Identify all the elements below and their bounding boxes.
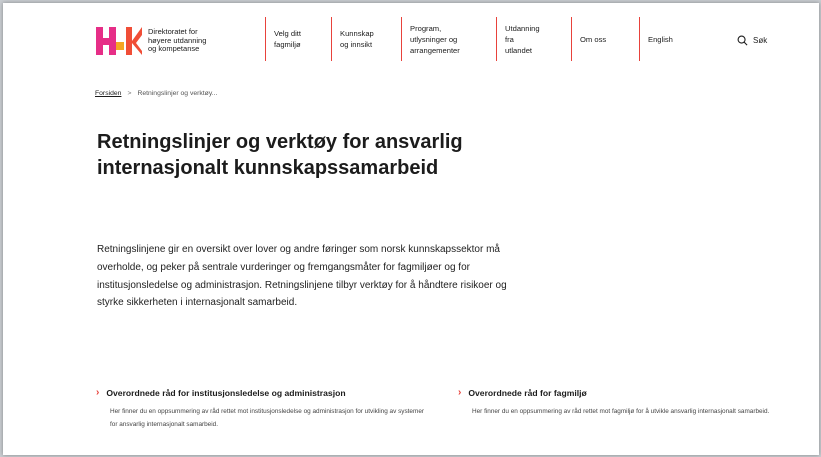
card-institusjonsledelse: › Overordnede råd for institusjonsledels… xyxy=(96,387,431,431)
breadcrumb-current: Retningslinjer og verktøy... xyxy=(137,90,218,97)
search-button[interactable]: Søk xyxy=(737,35,767,46)
nav-item-utdanning-fra-utlandet[interactable]: Utdanning fra utlandet xyxy=(496,17,568,61)
breadcrumb: Forsiden > Retningslinjer og verktøy... xyxy=(95,90,217,97)
site-header: Direktoratet for høyere utdanning og kom… xyxy=(3,3,819,69)
card-link[interactable]: › Overordnede råd for institusjonsledels… xyxy=(96,387,431,398)
nav-label: utlysninger og xyxy=(410,34,458,44)
nav-label: og innsikt xyxy=(340,40,373,49)
nav-label: fagmiljø xyxy=(274,40,301,49)
nav-item-velg-fagmiljo[interactable]: Velg ditt fagmiljø xyxy=(265,17,327,61)
nav-label: arrangementer xyxy=(410,45,460,55)
hkdir-logo-icon xyxy=(96,27,142,55)
chevron-right-icon: › xyxy=(96,387,100,398)
nav-label: Program, xyxy=(410,23,442,33)
search-label: Søk xyxy=(753,36,768,45)
card-title: Overordnede råd for fagmiljø xyxy=(468,387,587,398)
chevron-right-icon: › xyxy=(458,387,462,398)
page-title: Retningslinjer og verktøy for ansvarlig … xyxy=(97,131,463,179)
card-link[interactable]: › Overordnede råd for fagmiljø xyxy=(458,387,788,398)
breadcrumb-separator: > xyxy=(127,90,132,97)
browser-page: Direktoratet for høyere utdanning og kom… xyxy=(3,3,819,455)
card-title: Overordnede råd for institusjonsledelse … xyxy=(106,387,346,398)
nav-label: Utdanning xyxy=(505,23,540,33)
nav-item-english[interactable]: English xyxy=(639,17,709,61)
card-description: Her finner du en oppsummering av råd ret… xyxy=(472,408,770,415)
card-description: Her finner du en oppsummering av råd ret… xyxy=(110,408,424,428)
nav-item-om-oss[interactable]: Om oss xyxy=(571,17,637,61)
logo-line-3: og kompetanse xyxy=(148,44,200,54)
nav-label: Om oss xyxy=(580,34,607,44)
nav-item-program[interactable]: Program, utlysninger og arrangementer xyxy=(401,17,493,61)
nav-label: English xyxy=(648,34,673,44)
breadcrumb-home-link[interactable]: Forsiden xyxy=(95,90,121,97)
nav-label: fra xyxy=(505,34,514,44)
nav-item-kunnskap[interactable]: Kunnskap og innsikt xyxy=(331,17,397,61)
site-logo[interactable]: Direktoratet for høyere utdanning og kom… xyxy=(96,25,238,57)
search-icon xyxy=(737,35,748,46)
card-fagmiljo: › Overordnede råd for fagmiljø Her finne… xyxy=(458,387,788,419)
logo-text: Direktoratet for høyere utdanning og kom… xyxy=(148,28,238,54)
nav-label: Kunnskap xyxy=(340,29,374,38)
nav-label: utlandet xyxy=(505,45,533,55)
nav-label: Velg ditt xyxy=(274,29,302,38)
page-intro: Retningslinjene gir en oversikt over lov… xyxy=(97,244,507,309)
